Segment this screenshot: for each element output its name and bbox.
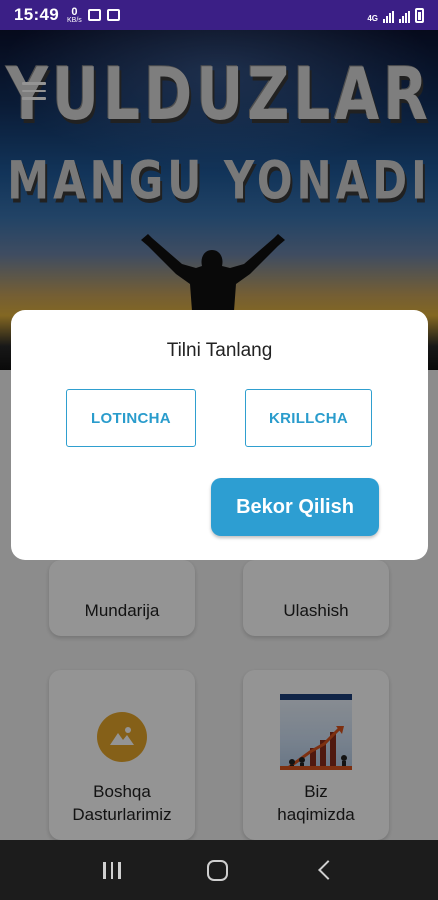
signal-icon	[383, 10, 394, 23]
krillcha-button[interactable]: KRILLCHA	[245, 389, 372, 447]
recent-apps-icon[interactable]	[103, 861, 121, 879]
data-speed-value: 0	[71, 5, 78, 18]
language-dialog: Tilni Tanlang LOTINCHA KRILLCHA Bekor Qi…	[11, 310, 428, 560]
status-time: 15:49	[14, 5, 59, 24]
status-right-icons: 4G	[367, 7, 424, 23]
status-left-icons: 0 KB/s	[66, 5, 120, 24]
battery-icon	[415, 7, 424, 23]
status-bar: 15:49 0 KB/s 4G	[0, 0, 438, 30]
gallery-icon	[87, 9, 101, 21]
network-type: 4G	[367, 13, 378, 23]
dialog-title: Tilni Tanlang	[166, 340, 273, 361]
back-icon[interactable]	[317, 860, 338, 880]
system-nav-bar	[0, 840, 438, 900]
data-speed-icon: 0 KB/s	[66, 5, 82, 24]
lotincha-button[interactable]: LOTINCHA	[66, 389, 196, 447]
data-speed-unit: KB/s	[66, 16, 82, 24]
home-icon[interactable]	[207, 859, 229, 881]
message-icon	[106, 9, 120, 21]
cancel-button[interactable]: Bekor Qilish	[211, 478, 379, 536]
signal-icon	[399, 10, 410, 23]
